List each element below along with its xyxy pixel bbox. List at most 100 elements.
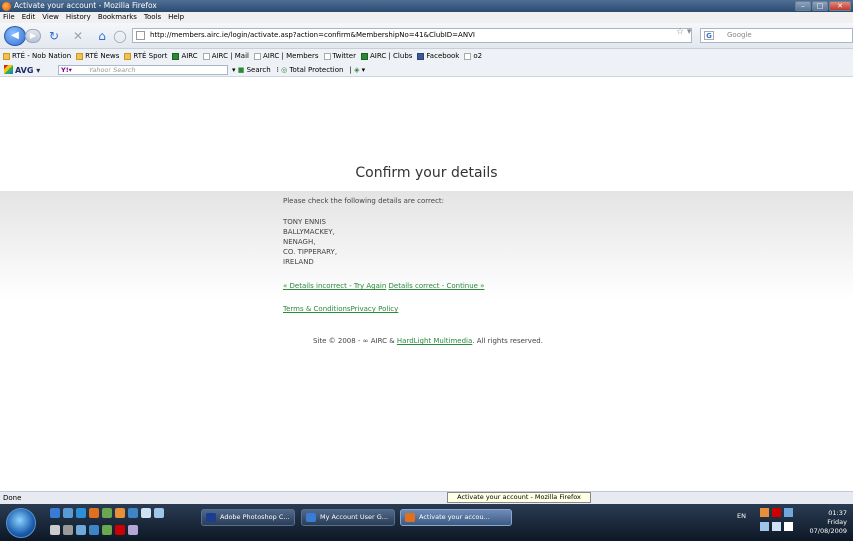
page-icon	[323, 52, 331, 60]
firefox-icon	[405, 513, 415, 522]
firefox-launch-icon[interactable]	[89, 508, 99, 518]
app-icon[interactable]	[141, 508, 151, 518]
bookmarks-toolbar: RTÉ - Nob Nation RTÉ News RTÉ Sport AIRC…	[0, 49, 853, 63]
bookmark-item[interactable]: RTÉ - Nob Nation	[3, 49, 71, 63]
confirm-prompt: Please check the following details are c…	[283, 197, 445, 205]
app-icon[interactable]	[115, 508, 125, 518]
app-icon[interactable]	[128, 508, 138, 518]
minimize-button[interactable]: –	[795, 1, 811, 11]
address-line: BALLYMACKEY,	[283, 228, 335, 236]
ie-icon[interactable]	[76, 508, 86, 518]
bookmark-item[interactable]: AIRC | Mail	[202, 49, 249, 63]
bookmark-item[interactable]: Twitter	[323, 49, 356, 63]
yahoo-search-input[interactable]: Y!▾ Yahoo! Search	[58, 65, 228, 75]
avg-logo[interactable]: AVG ▾	[4, 64, 40, 78]
avg-links: ▾ ■ Search ⁞ ◎ Total Protection | ◈ ▾	[232, 63, 365, 77]
search-placeholder: Google	[727, 31, 752, 39]
tray-icon[interactable]	[772, 522, 781, 531]
menu-file[interactable]: File	[3, 12, 15, 23]
task-photoshop[interactable]: Adobe Photoshop C...	[201, 509, 295, 526]
clock-time: 01:37	[828, 509, 847, 517]
bookmark-item[interactable]: RTÉ Sport	[124, 49, 167, 63]
app-icon[interactable]	[154, 508, 164, 518]
bookmark-star-icon[interactable]: ☆ ▾	[676, 27, 691, 37]
bookmark-item[interactable]: RTÉ News	[76, 49, 119, 63]
hardlight-link[interactable]: HardLight Multimedia	[397, 337, 472, 345]
menu-help[interactable]: Help	[168, 12, 184, 23]
status-text: Done	[3, 494, 22, 502]
volume-icon[interactable]	[784, 522, 793, 531]
menu-bookmarks[interactable]: Bookmarks	[98, 12, 137, 23]
home-icon[interactable]: ⌂	[94, 28, 110, 44]
app-icon[interactable]	[102, 508, 112, 518]
stop-icon[interactable]: ✕	[70, 28, 86, 44]
show-desktop-icon[interactable]	[50, 508, 60, 518]
menu-edit[interactable]: Edit	[22, 12, 36, 23]
quick-launch-row-2	[50, 525, 138, 535]
reload-icon[interactable]: ↻	[46, 28, 62, 44]
search-button[interactable]: ▾ ■ Search	[232, 63, 271, 77]
folder-icon	[3, 52, 10, 60]
window-titlebar: Activate your account - Mozilla Firefox …	[0, 0, 853, 12]
start-button[interactable]	[6, 508, 36, 538]
page-icon: ◯	[113, 29, 127, 43]
app-icon[interactable]	[128, 525, 138, 535]
clock[interactable]: 01:37 Friday 07/08/2009	[810, 509, 847, 536]
terms-link[interactable]: Terms & Conditions	[283, 305, 351, 313]
yahoo-search-placeholder: Yahoo! Search	[89, 66, 136, 74]
total-protection-button[interactable]: ⁞ ◎ Total Protection	[277, 63, 344, 77]
window-title: Activate your account - Mozilla Firefox	[14, 1, 157, 10]
avg-options-icon[interactable]: | ◈ ▾	[349, 63, 365, 77]
page-title: Confirm your details	[355, 165, 498, 181]
photoshop-icon	[206, 513, 216, 522]
tray-icon[interactable]	[760, 508, 769, 517]
app-icon[interactable]	[50, 525, 60, 535]
menu-tools[interactable]: Tools	[144, 12, 161, 23]
menu-view[interactable]: View	[42, 12, 59, 23]
confirm-details-panel: Please check the following details are c…	[283, 196, 484, 314]
details-correct-link[interactable]: Details correct - Continue »	[389, 282, 485, 290]
tray-icon[interactable]	[760, 522, 769, 531]
app-icon[interactable]	[63, 525, 73, 535]
site-favicon-icon	[136, 31, 145, 40]
back-button[interactable]: ◀	[4, 26, 26, 46]
page-icon	[464, 52, 472, 60]
app-icon[interactable]	[89, 525, 99, 535]
address-bar[interactable]: http://members.airc.ie/login/activate.as…	[132, 28, 692, 43]
facebook-icon	[417, 52, 425, 60]
privacy-link[interactable]: Privacy Policy	[351, 305, 399, 313]
status-bar: Done	[0, 491, 853, 504]
avg-toolbar: AVG ▾ Y!▾ Yahoo! Search ▾ ■ Search ⁞ ◎ T…	[0, 63, 853, 77]
app-icon[interactable]	[115, 525, 125, 535]
network-icon[interactable]	[784, 508, 793, 517]
address-line: TONY ENNIS	[283, 218, 326, 226]
task-firefox[interactable]: Activate your accou...	[400, 509, 512, 526]
app-icon[interactable]	[76, 525, 86, 535]
clock-day: Friday	[827, 518, 847, 526]
maximize-button[interactable]: □	[812, 1, 828, 11]
system-tray	[760, 508, 793, 517]
details-incorrect-link[interactable]: « Details incorrect - Try Again	[283, 282, 386, 290]
tray-icon[interactable]	[772, 508, 781, 517]
airc-icon	[172, 52, 180, 60]
firefox-icon	[2, 2, 11, 11]
action-links: « Details incorrect - Try Again Details …	[283, 281, 484, 291]
page-icon	[202, 52, 210, 60]
bookmark-item[interactable]: AIRC | Clubs	[360, 49, 412, 63]
bookmark-item[interactable]: Facebook	[417, 49, 459, 63]
avg-icon	[4, 65, 13, 74]
bookmark-item[interactable]: AIRC | Members	[254, 49, 319, 63]
tooltip: Activate your account - Mozilla Firefox	[447, 492, 591, 503]
window-controls: – □ ✕	[795, 1, 851, 11]
forward-button[interactable]: ▶	[25, 29, 41, 43]
switch-windows-icon[interactable]	[63, 508, 73, 518]
search-input[interactable]: G Google	[700, 28, 853, 43]
task-my-account[interactable]: My Account User G...	[301, 509, 395, 526]
bookmark-item[interactable]: o2	[464, 49, 482, 63]
google-icon[interactable]: G	[704, 31, 714, 40]
menu-history[interactable]: History	[66, 12, 91, 23]
language-indicator[interactable]: EN	[737, 512, 746, 520]
bookmark-item[interactable]: AIRC	[172, 49, 198, 63]
app-icon[interactable]	[102, 525, 112, 535]
close-button[interactable]: ✕	[829, 1, 851, 11]
